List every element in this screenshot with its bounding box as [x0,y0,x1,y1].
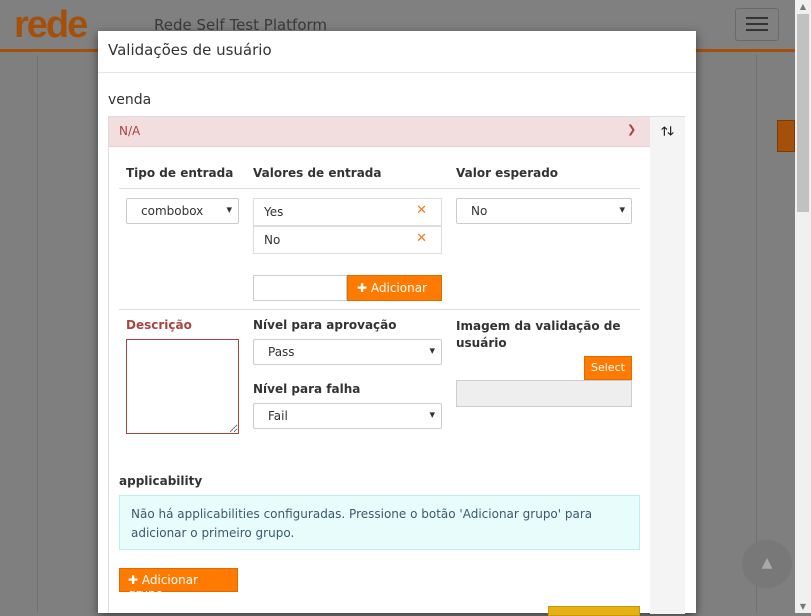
select-image-button[interactable]: Select [584,356,632,380]
description-label: Descrição [126,318,192,332]
approval-level-label: Nível para aprovação [253,318,397,332]
fail-level-select[interactable]: Fail [253,403,442,429]
input-values-label: Valores de entrada [253,166,382,180]
remove-icon[interactable]: ✕ [416,231,427,246]
input-value-label: Yes [264,205,284,219]
arrow-down-icon[interactable]: 🡓 [668,124,674,138]
plus-icon: ✚ [128,573,142,587]
approval-level-select[interactable]: Pass [253,339,442,365]
fail-level-label: Nível para falha [253,382,361,396]
divider [98,72,696,73]
divider [756,55,757,613]
panel-header[interactable]: N/A ❯ [109,117,650,147]
add-value-button[interactable]: ✚ Adicionar [347,275,442,301]
divider [37,55,38,613]
applicability-info-alert: Não há applicabilities configuradas. Pre… [119,495,640,550]
panel-header-title: N/A [119,124,141,138]
applicability-label: applicability [119,474,203,488]
add-value-label: Adicionar [370,281,427,295]
add-group-button[interactable]: ✚ Adicionar grupo [119,568,238,601]
expected-value-label: Valor esperado [456,166,559,180]
scroll-up-icon[interactable]: ▲ [795,2,811,11]
validation-panel: N/A ❯ 🡑🡓 Tipo de entrada Valores de entr… [108,116,685,616]
plus-icon: ✚ [357,281,371,295]
input-value-item: No ✕ [253,226,442,254]
rede-logo: rede [14,4,88,46]
chevron-down-icon[interactable]: ❯ [627,123,636,136]
section-title: venda [108,92,152,108]
side-action-button[interactable] [777,120,795,152]
input-value-label: No [264,233,281,247]
remove-icon[interactable]: ✕ [416,203,427,218]
user-validations-modal: Validações de usuário venda N/A ❯ 🡑🡓 Tip… [98,31,696,616]
image-file-field[interactable] [456,380,632,407]
expected-value-select[interactable]: No [456,198,632,224]
input-type-label: Tipo de entrada [126,166,234,180]
back-to-top-button[interactable]: ▲ [742,540,792,588]
input-type-select[interactable]: combobox [126,198,239,224]
menu-toggle-button[interactable] [735,8,779,41]
divider [119,188,640,189]
save-button[interactable] [548,606,640,616]
chevron-up-icon: ▲ [761,555,773,571]
modal-title: Validações de usuário [108,41,272,59]
image-label: Imagem da validação de usuário [456,319,621,350]
new-value-input[interactable] [253,275,347,301]
scroll-down-icon[interactable]: ▼ [795,602,811,611]
description-textarea[interactable] [126,339,239,434]
input-value-item: Yes ✕ [253,198,442,226]
reorder-controls: 🡑🡓 [650,117,685,614]
divider [119,309,640,310]
scrollbar-thumb[interactable] [797,14,809,212]
